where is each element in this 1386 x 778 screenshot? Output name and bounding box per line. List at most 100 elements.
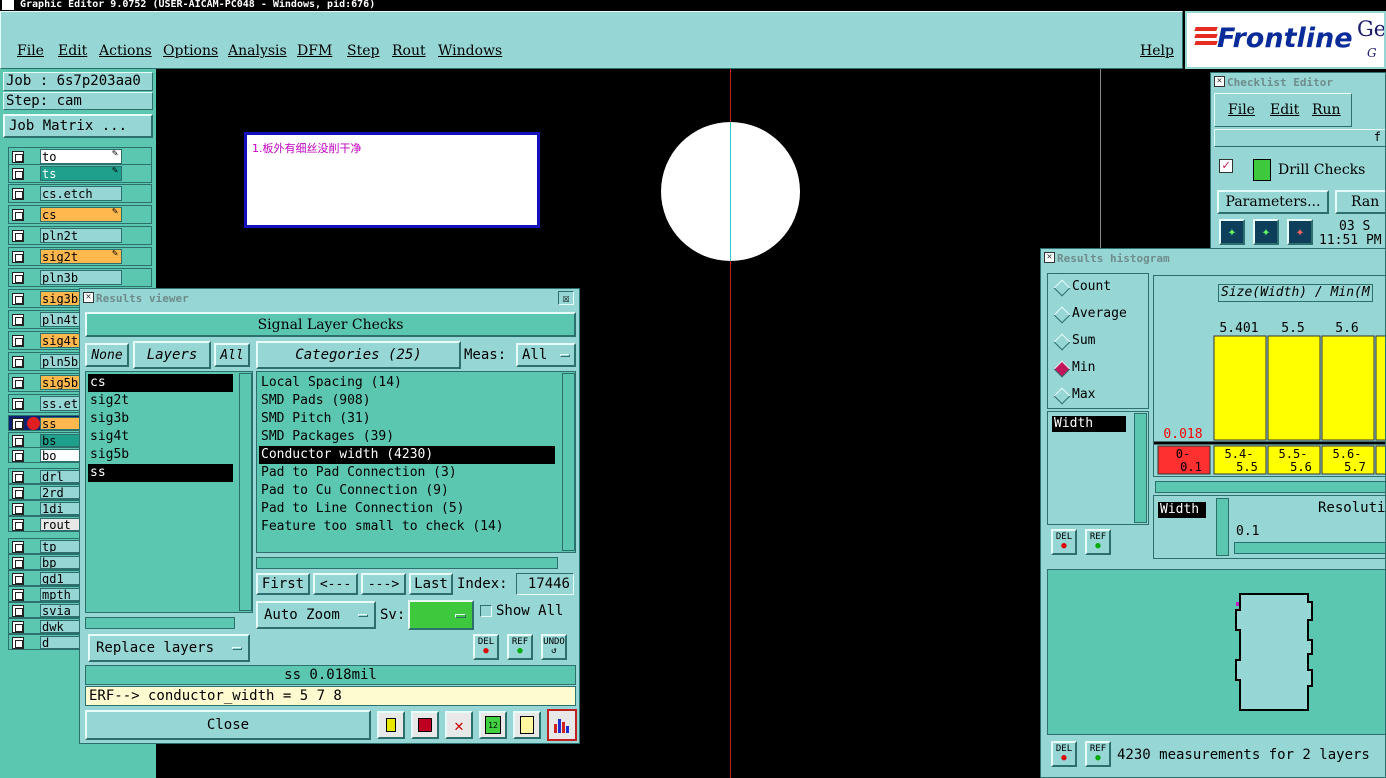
layer-checkbox[interactable]: [12, 541, 24, 553]
resolution-slider[interactable]: [1234, 542, 1385, 554]
option-radio-sum[interactable]: [1053, 333, 1071, 351]
layer-row-sig2t[interactable]: sig2t ✎: [8, 247, 152, 266]
result-layer-item[interactable]: sig2t: [88, 392, 233, 410]
menu-windows[interactable]: Windows: [438, 43, 502, 59]
layer-list-hscrollbar[interactable]: [85, 617, 235, 629]
menu-help[interactable]: Help: [1140, 43, 1174, 59]
histogram-bar[interactable]: [1213, 335, 1267, 441]
layer-color-icon[interactable]: [377, 711, 405, 739]
board-preview[interactable]: [1047, 569, 1385, 735]
menu-actions[interactable]: Actions: [99, 43, 152, 59]
layer-row-pln2t[interactable]: pln2t: [8, 226, 152, 245]
layer-checkbox[interactable]: [12, 519, 24, 531]
run-action-icon[interactable]: ✦: [1219, 219, 1245, 245]
menu-step[interactable]: Step: [347, 43, 379, 59]
width-list-item[interactable]: Width: [1052, 416, 1126, 432]
histogram-hscrollbar[interactable]: [1155, 481, 1385, 493]
layer-checkbox[interactable]: [12, 589, 24, 601]
annotation-note[interactable]: 1.板外有细丝没削干净: [244, 132, 540, 228]
replace-layers-dropdown[interactable]: Replace layers: [88, 634, 250, 662]
none-button[interactable]: None: [85, 343, 129, 367]
category-item[interactable]: Conductor width (4230): [259, 446, 555, 464]
layer-checkbox[interactable]: [12, 471, 24, 483]
width-listbox[interactable]: Width: [1047, 411, 1149, 525]
all-button[interactable]: All: [214, 343, 250, 367]
layer-checkbox[interactable]: [12, 398, 24, 410]
layer-checkbox[interactable]: [12, 335, 24, 347]
checklist-menu-edit[interactable]: Edit: [1270, 102, 1299, 118]
layer-checkbox[interactable]: [12, 168, 24, 180]
undo-button[interactable]: UNDO ↺: [541, 634, 567, 660]
layer-checkbox[interactable]: [12, 293, 24, 305]
option-radio-min[interactable]: [1053, 360, 1071, 378]
result-layer-item[interactable]: ss: [88, 464, 233, 482]
layer-checkbox[interactable]: [12, 377, 24, 389]
layers-button[interactable]: Layers: [133, 341, 211, 369]
result-layer-item[interactable]: sig4t: [88, 428, 233, 446]
layer-checkbox[interactable]: [12, 621, 24, 633]
menu-file[interactable]: File: [17, 43, 44, 59]
menu-edit[interactable]: Edit: [58, 43, 87, 59]
layer-listbox[interactable]: cs sig2t sig3b sig4t sig5b ss: [85, 371, 253, 613]
result-layer-item[interactable]: cs: [88, 374, 233, 392]
layer-checkbox[interactable]: [12, 557, 24, 569]
checklist-menu-file[interactable]: File: [1228, 102, 1255, 118]
categories-scrollbar[interactable]: [562, 373, 575, 551]
resolution-scrollbar[interactable]: [1216, 498, 1229, 556]
prev-button[interactable]: <---: [313, 573, 358, 595]
drill-checks-enabled-icon[interactable]: ✓: [1219, 159, 1233, 173]
report-icon[interactable]: [513, 711, 541, 739]
ran-button[interactable]: Ran: [1335, 190, 1385, 214]
last-button[interactable]: Last: [409, 573, 453, 595]
option-radio-max[interactable]: [1053, 387, 1071, 405]
layer-checkbox[interactable]: [12, 450, 24, 462]
layer-checkbox[interactable]: [12, 435, 24, 447]
category-item[interactable]: Pad to Cu Connection (9): [259, 482, 555, 500]
job-matrix-button[interactable]: Job Matrix ...: [3, 114, 153, 138]
histogram-bin-cell[interactable]: [1375, 445, 1386, 475]
width-list-scrollbar[interactable]: [1134, 413, 1147, 523]
run-action-icon-3[interactable]: ✦: [1287, 219, 1313, 245]
category-item[interactable]: Pad to Line Connection (5): [259, 500, 555, 518]
category-item[interactable]: SMD Pitch (31): [259, 410, 555, 428]
numbered-list-icon[interactable]: 12: [479, 711, 507, 739]
histogram-bar[interactable]: [1321, 335, 1375, 441]
first-button[interactable]: First: [256, 573, 310, 595]
result-layer-item[interactable]: sig5b: [88, 446, 233, 464]
sv-color-dropdown[interactable]: [408, 600, 474, 630]
histogram-icon[interactable]: [547, 709, 577, 741]
result-layer-item[interactable]: sig3b: [88, 410, 233, 428]
menu-options[interactable]: Options: [163, 43, 218, 59]
run-action-icon-2[interactable]: ✦: [1253, 219, 1279, 245]
layer-checkbox[interactable]: [12, 487, 24, 499]
category-item[interactable]: SMD Packages (39): [259, 428, 555, 446]
layer-checkbox[interactable]: [12, 573, 24, 585]
window-menu-icon[interactable]: ✕: [83, 292, 94, 303]
hist-ref-button[interactable]: REF ●: [1085, 529, 1111, 555]
category-item[interactable]: Local Spacing (14): [259, 374, 555, 392]
layer-checkbox[interactable]: [12, 151, 24, 163]
layer-checkbox[interactable]: [12, 605, 24, 617]
results-viewer-close-x[interactable]: ☒: [558, 291, 574, 305]
category-item[interactable]: SMD Pads (908): [259, 392, 555, 410]
meas-dropdown[interactable]: All: [516, 343, 576, 367]
layer-checkbox[interactable]: [12, 251, 24, 263]
menu-analysis[interactable]: Analysis: [228, 43, 287, 59]
ref-button[interactable]: REF ●: [507, 634, 533, 660]
parameters-button[interactable]: Parameters...: [1217, 190, 1329, 214]
layer-checkbox[interactable]: [12, 356, 24, 368]
categories-hscrollbar[interactable]: [256, 557, 558, 569]
option-radio-count[interactable]: [1053, 279, 1071, 297]
preview-ref-button[interactable]: REF ●: [1085, 741, 1111, 767]
menu-rout[interactable]: Rout: [392, 43, 426, 59]
layer-row-pln3b[interactable]: pln3b: [8, 268, 152, 287]
layer-checkbox[interactable]: [12, 418, 24, 430]
layer-row-ts[interactable]: ts ✎: [8, 164, 152, 183]
next-button[interactable]: --->: [361, 573, 406, 595]
highlight-icon[interactable]: [411, 711, 439, 739]
layer-checkbox[interactable]: [12, 503, 24, 515]
close-button[interactable]: Close: [85, 710, 371, 740]
menu-dfm[interactable]: DFM: [297, 43, 332, 59]
show-all-checkbox[interactable]: [480, 605, 492, 617]
window-menu-icon[interactable]: ✕: [1214, 76, 1225, 87]
